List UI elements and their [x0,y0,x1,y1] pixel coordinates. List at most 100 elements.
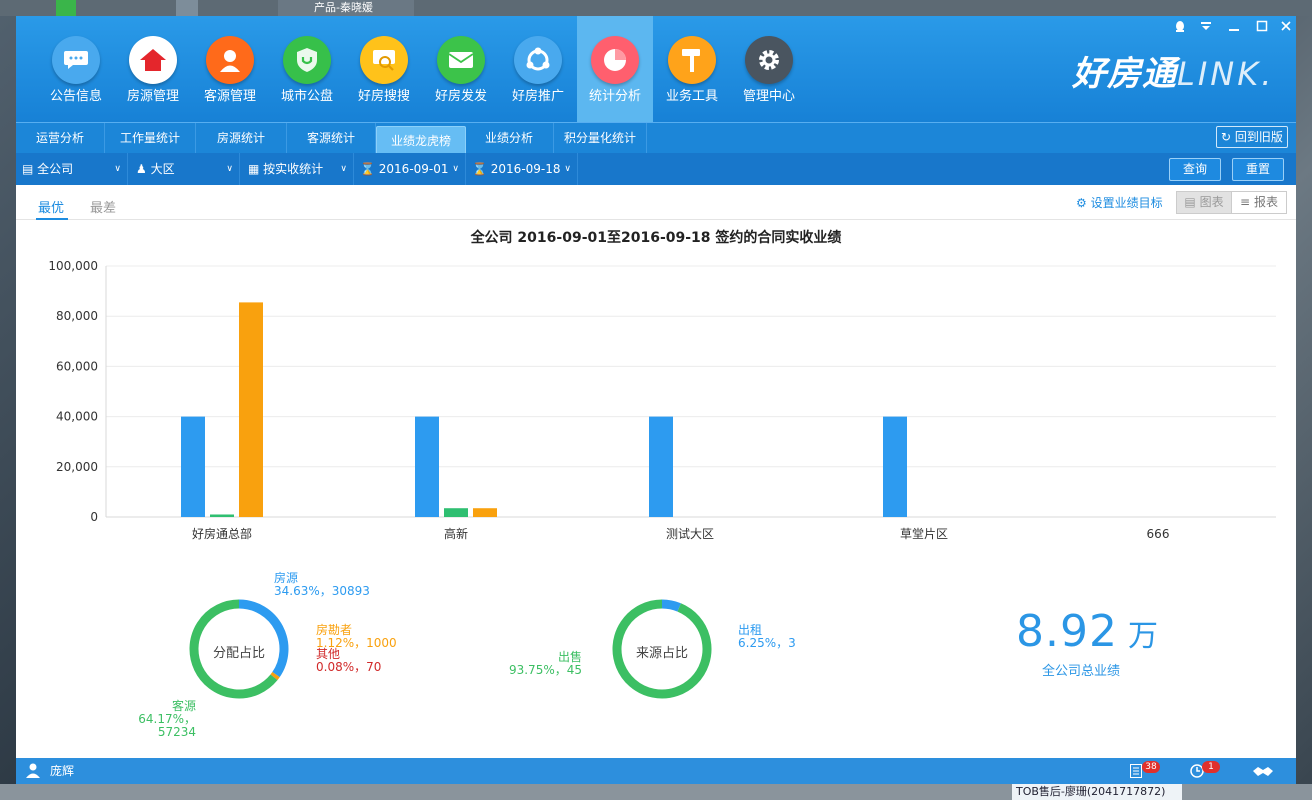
document-icon[interactable] [1130,764,1142,781]
desktop-window-icon[interactable] [176,0,198,16]
hammer-icon [668,36,716,84]
nav-item-label: 好房搜搜 [357,89,410,104]
handshake-icon[interactable] [1252,764,1274,781]
report-view-label: 报表 [1253,195,1278,209]
building-icon: ▤ [22,162,34,176]
nav-item-label: 公告信息 [49,89,102,104]
nav-item-2[interactable]: 房源管理 [115,16,191,122]
total-performance-value: 8.92 万 [1016,606,1159,657]
fangyuan-value: 34.63%，30893 [274,584,370,598]
chart-view-toggle[interactable]: ▤ 图表 [1176,191,1232,214]
current-user-name: 庞辉 [50,764,75,778]
status-bar: 庞辉 38 1 [16,758,1296,784]
chevron-down-icon: ∨ [564,164,571,174]
nav-item-label: 统计分析 [588,89,641,104]
start-date-select[interactable]: ⌛ 2016-09-01 ∨ [354,153,466,185]
donut2-label-sale: 出售 93.75%，45 [496,651,582,677]
nav-item-4[interactable]: 城市公盘 [269,16,345,122]
bar[interactable] [181,416,205,517]
nav-item-6[interactable]: 好房发发 [423,16,499,122]
source-donut-center-label: 来源占比 [635,646,688,661]
company-select[interactable]: ▤ 全公司 ∨ [16,153,128,185]
tab-performance-ranking[interactable]: 业绩龙虎榜 [376,126,466,155]
donut1-label-fangyuan: 房源 34.63%，30893 [274,572,370,598]
donut-slice[interactable] [238,599,289,678]
bar[interactable] [210,514,234,517]
desktop-chat-tab[interactable]: 产品-秦晓媛 [278,0,414,16]
region-select[interactable]: ♟ 大区 ∨ [128,153,240,185]
shield-icon [283,36,331,84]
nav-item-label: 客源管理 [203,89,256,104]
back-to-old-version-label: 回到旧版 [1234,130,1283,144]
module-tabs: 运营分析 工作量统计 房源统计 客源统计 业绩龙虎榜 业绩分析 积分量化统计 [16,122,1296,155]
desktop-app-icon[interactable] [56,0,76,16]
maximize-icon[interactable] [1254,20,1270,36]
document-count-badge: 38 [1142,761,1160,773]
tab-operation-analysis[interactable]: 运营分析 [16,123,105,154]
nav-item-1[interactable]: 公告信息 [38,16,114,122]
report-view-toggle[interactable]: ≡ 报表 [1231,191,1287,214]
nav-item-label: 房源管理 [126,89,179,104]
bar-chart: 0 20,000 40,000 60,000 80,000 100,000 好房通总部 高新 测… [48,259,1276,541]
nav-item-label: 管理中心 [742,89,795,104]
document-icon: ▦ [248,162,260,176]
total-value-number: 8.92 [1016,606,1118,657]
end-date-select[interactable]: ⌛ 2016-09-18 ∨ [466,153,578,185]
close-icon[interactable] [1278,20,1294,36]
nav-item-7[interactable]: 好房推广 [500,16,576,122]
sale-value: 93.75%，45 [508,663,582,677]
refresh-icon: ↻ [1221,130,1235,144]
back-to-old-version-button[interactable]: ↻ 回到旧版 [1216,126,1288,148]
tab-workload-stats[interactable]: 工作量统计 [105,123,196,154]
nav-item-8[interactable]: 统计分析 [577,16,653,122]
nav-item-5[interactable]: 好房搜搜 [346,16,422,122]
tab-points-stats[interactable]: 积分量化统计 [554,123,647,154]
x-tick-label: 高新 [444,526,468,541]
bar[interactable] [415,416,439,517]
y-tick-label: 40,000 [56,410,98,424]
x-tick-label: 好房通总部 [192,526,252,541]
mail-icon [437,36,485,84]
tab-best[interactable]: 最优 [38,197,64,216]
bar[interactable] [649,416,673,517]
minimize-icon[interactable] [1226,20,1242,36]
pie-chart-icon [591,36,639,84]
set-goal-link[interactable]: ⚙ 设置业绩目标 [1076,194,1163,211]
nav-item-10[interactable]: 管理中心 [731,16,807,122]
donut1-label-other: 其他 0.08%，70 [316,648,381,674]
chart-title: 全公司 2016-09-01至2016-09-18 签约的合同实收业绩 [470,230,842,246]
bar-chart-icon: ▤ [1184,195,1196,209]
other-value: 0.08%，70 [316,660,382,674]
share-icon [514,36,562,84]
desktop-chat-window[interactable]: TOB售后-廖珊(2041717872) [1012,784,1182,800]
nav-item-3[interactable]: 客源管理 [192,16,268,122]
app-window: 公告信息 房源管理 客源管理 城市公盘 好房搜搜 好房发发 好房推广 统计分析 业务工具 管理中心… [16,16,1296,784]
set-goal-label: 设置业绩目标 [1090,196,1163,210]
tab-property-stats[interactable]: 房源统计 [196,123,287,154]
tab-client-stats[interactable]: 客源统计 [287,123,376,154]
query-button[interactable]: 查询 [1169,158,1221,181]
chart-view-label: 图表 [1199,195,1224,209]
stat-type-select[interactable]: ▦ 按实收统计 ∨ [240,153,354,185]
stat-type-value: 按实收统计 [263,162,324,176]
person-icon: ♟ [136,162,147,176]
tab-worst[interactable]: 最差 [90,197,116,216]
reset-button[interactable]: 重置 [1232,158,1284,181]
nav-item-9[interactable]: 业务工具 [654,16,730,122]
donut-slice[interactable] [270,672,280,680]
donut-slice[interactable] [661,599,681,612]
chevron-down-icon: ∨ [340,164,347,174]
bar[interactable] [883,416,907,517]
dropdown-menu-icon[interactable] [1198,20,1214,36]
y-tick-label: 0 [90,510,98,524]
tab-performance-analysis[interactable]: 业绩分析 [465,123,554,154]
bar[interactable] [473,508,497,517]
bar[interactable] [444,508,468,517]
nav-item-label: 好房推广 [511,89,564,104]
desktop-top-strip: 产品-秦晓媛 [0,0,1312,16]
chevron-down-icon: ∨ [114,164,121,174]
top-navigation-bar: 公告信息 房源管理 客源管理 城市公盘 好房搜搜 好房发发 好房推广 统计分析 业务工具 管理中心… [16,16,1296,122]
house-icon [129,36,177,84]
bar[interactable] [239,302,263,517]
qq-icon[interactable] [1172,20,1188,36]
